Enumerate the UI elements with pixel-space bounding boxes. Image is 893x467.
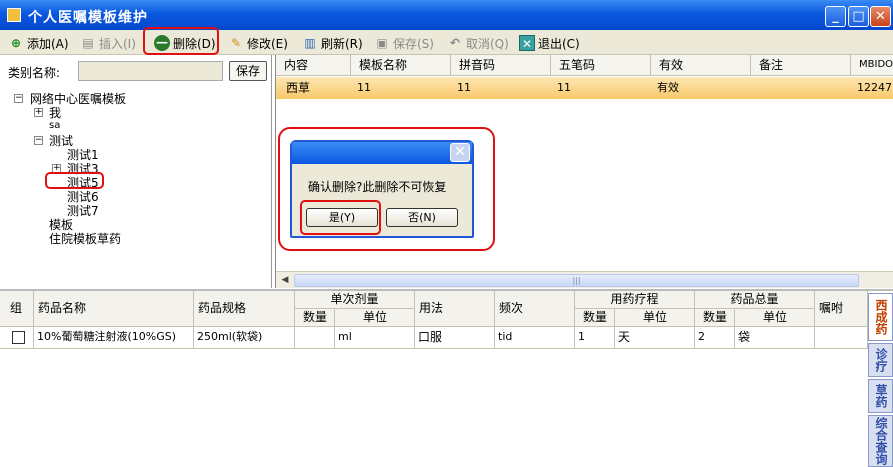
row-checkbox[interactable] bbox=[12, 331, 25, 344]
add-button[interactable]: ⊕ 添加(A) bbox=[8, 33, 69, 53]
col-header-content[interactable]: 内容 bbox=[276, 55, 351, 76]
col-header-course-qty[interactable]: 数量 bbox=[575, 309, 615, 327]
col-header-valid[interactable]: 有效 bbox=[651, 55, 751, 76]
cancel-button[interactable]: ↶ 取消(Q) bbox=[447, 33, 509, 53]
row-valid: 有效 bbox=[657, 81, 679, 94]
row-dose-qty[interactable] bbox=[295, 327, 335, 349]
refresh-button[interactable]: ▥ 刷新(R) bbox=[302, 33, 363, 53]
delete-highlight bbox=[143, 27, 219, 55]
exit-label: 退出(C) bbox=[538, 36, 580, 51]
col-header-dose-unit[interactable]: 单位 bbox=[335, 309, 415, 327]
row-drug-name[interactable]: 10%葡萄糖注射液(10%GS) bbox=[34, 327, 194, 349]
scroll-left-icon[interactable]: ◀ bbox=[278, 274, 292, 287]
title-bar: 个人医嘱模板维护 _ □ ✕ bbox=[0, 0, 893, 30]
window-title: 个人医嘱模板维护 bbox=[28, 10, 148, 26]
row-wubi: 11 bbox=[557, 81, 571, 94]
col-header-dose[interactable]: 单次剂量 bbox=[295, 291, 415, 309]
category-label: 类别名称: bbox=[8, 66, 61, 80]
col-header-group[interactable]: 组 bbox=[0, 291, 34, 327]
col-header-total-qty[interactable]: 数量 bbox=[695, 309, 735, 327]
row-freq[interactable]: tid bbox=[495, 327, 575, 349]
maximize-button[interactable]: □ bbox=[848, 6, 869, 27]
tab-western-medicine[interactable]: 西成药 bbox=[868, 293, 893, 341]
exit-button[interactable]: ✕ 退出(C) bbox=[519, 33, 580, 53]
col-header-name[interactable]: 模板名称 bbox=[351, 55, 451, 76]
tab-herbal[interactable]: 草药 bbox=[868, 379, 893, 413]
tree-node-inpatient-herbal[interactable]: 住院模板草药 bbox=[49, 230, 121, 247]
tree-node-sa[interactable]: sa bbox=[49, 120, 60, 131]
horizontal-scrollbar[interactable]: ◀ ||| bbox=[276, 271, 893, 288]
col-header-instruction[interactable]: 嘱咐 bbox=[815, 291, 868, 327]
row-total-qty[interactable]: 2 bbox=[695, 327, 735, 349]
row-course-qty[interactable]: 1 bbox=[575, 327, 615, 349]
app-icon bbox=[7, 8, 21, 22]
refresh-label: 刷新(R) bbox=[321, 36, 363, 51]
expand-icon[interactable]: + bbox=[34, 108, 43, 117]
row-checkbox-cell[interactable] bbox=[0, 327, 34, 349]
col-header-mbid[interactable]: MBIDOC bbox=[851, 55, 893, 76]
col-header-course[interactable]: 用药疗程 bbox=[575, 291, 695, 309]
col-header-course-unit[interactable]: 单位 bbox=[615, 309, 695, 327]
row-usage[interactable]: 口服 bbox=[415, 327, 495, 349]
modify-label: 修改(E) bbox=[247, 36, 288, 51]
dialog-no-button[interactable]: 否(N) bbox=[386, 208, 458, 227]
insert-button[interactable]: ▤ 插入(I) bbox=[80, 33, 136, 53]
col-header-spec[interactable]: 药品规格 bbox=[194, 291, 295, 327]
category-pane: 类别名称: 保存 − 网络中心医嘱模板 + 我 sa − 测试 测试1 + 测试… bbox=[0, 55, 272, 288]
row-total-unit[interactable]: 袋 bbox=[735, 327, 815, 349]
dialog-message: 确认删除?此删除不可恢复 bbox=[308, 180, 447, 194]
col-header-wubi[interactable]: 五笔码 bbox=[551, 55, 651, 76]
row-content: 西草 bbox=[286, 81, 311, 95]
tree-node-me[interactable]: 我 bbox=[49, 104, 61, 121]
col-header-dose-qty[interactable]: 数量 bbox=[295, 309, 335, 327]
cancel-label: 取消(Q) bbox=[466, 36, 509, 51]
prescription-grid: 组 药品名称 药品规格 单次剂量 数量 单位 用法 频次 用药疗程 数量 单位 … bbox=[0, 289, 893, 467]
dialog-close-icon[interactable]: ✕ bbox=[450, 143, 470, 162]
category-input[interactable] bbox=[78, 61, 223, 81]
row-dose-unit[interactable]: ml bbox=[335, 327, 415, 349]
toolbar: ⊕ 添加(A) ▤ 插入(I) — 删除(D) ✎ 修改(E) ▥ 刷新(R) ▣ 保存(S… bbox=[0, 30, 893, 55]
insert-label: 插入(I) bbox=[99, 36, 136, 51]
insert-icon: ▤ bbox=[82, 36, 94, 50]
collapse-icon[interactable]: − bbox=[34, 136, 43, 145]
tab-treatment[interactable]: 诊疗 bbox=[868, 343, 893, 377]
add-label: 添加(A) bbox=[27, 36, 69, 51]
col-header-total-unit[interactable]: 单位 bbox=[735, 309, 815, 327]
save-label: 保存(S) bbox=[393, 36, 434, 51]
col-header-freq[interactable]: 频次 bbox=[495, 291, 575, 327]
col-header-remark[interactable]: 备注 bbox=[751, 55, 851, 76]
exit-icon: ✕ bbox=[519, 35, 535, 51]
refresh-icon: ▥ bbox=[304, 36, 316, 50]
col-header-usage[interactable]: 用法 bbox=[415, 291, 495, 327]
yes-highlight bbox=[300, 200, 381, 235]
tree-root[interactable]: 网络中心医嘱模板 bbox=[30, 90, 126, 107]
dialog-titlebar: ✕ bbox=[292, 142, 472, 164]
collapse-icon[interactable]: − bbox=[14, 94, 23, 103]
col-header-pinyin[interactable]: 拼音码 bbox=[451, 55, 551, 76]
test5-highlight bbox=[45, 172, 104, 189]
col-header-total[interactable]: 药品总量 bbox=[695, 291, 815, 309]
floppy-icon: ▣ bbox=[376, 36, 388, 50]
tab-comprehensive-query[interactable]: 综合查询 bbox=[868, 415, 893, 467]
row-mbid: 12247 bbox=[857, 81, 892, 94]
category-save-button[interactable]: 保存 bbox=[229, 61, 267, 81]
modify-button[interactable]: ✎ 修改(E) bbox=[228, 33, 288, 53]
save-toolbar-button[interactable]: ▣ 保存(S) bbox=[374, 33, 434, 53]
scroll-thumb[interactable]: ||| bbox=[294, 274, 859, 287]
row-course-unit[interactable]: 天 bbox=[615, 327, 695, 349]
row-spec[interactable]: 250ml(软袋) bbox=[194, 327, 295, 349]
minimize-button[interactable]: _ bbox=[825, 6, 846, 27]
row-name: 11 bbox=[357, 81, 371, 94]
close-button[interactable]: ✕ bbox=[870, 6, 891, 27]
table-row-selected[interactable]: 西草 11 11 11 有效 12247 bbox=[276, 77, 893, 99]
row-pinyin: 11 bbox=[457, 81, 471, 94]
undo-icon: ↶ bbox=[449, 36, 461, 50]
pencil-icon: ✎ bbox=[230, 36, 242, 50]
add-icon: ⊕ bbox=[10, 36, 22, 50]
row-instruction[interactable] bbox=[815, 327, 868, 349]
col-header-drug-name[interactable]: 药品名称 bbox=[34, 291, 194, 327]
